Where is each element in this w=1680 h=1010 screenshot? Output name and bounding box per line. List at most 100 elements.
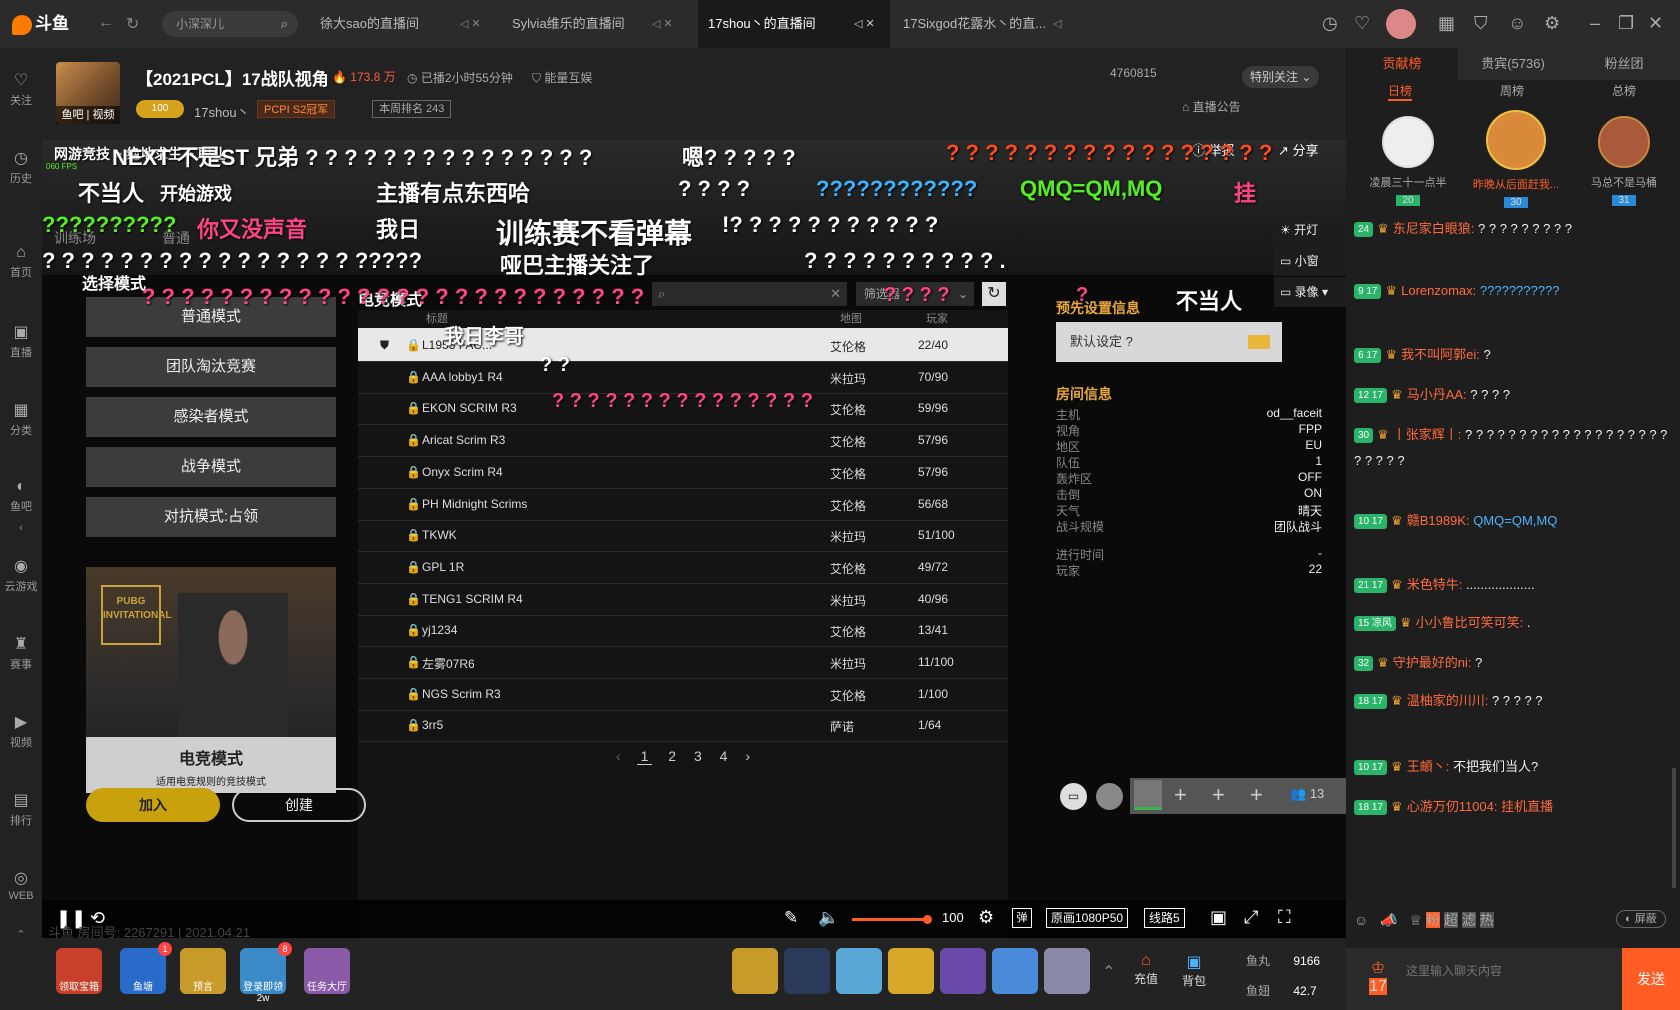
mini-window-button[interactable]: ▭ 小窗 <box>1274 246 1346 276</box>
filter-tool[interactable]: 滤 <box>1461 912 1476 928</box>
subtab-total[interactable]: 总榜 <box>1612 82 1636 99</box>
gift-item[interactable] <box>732 948 778 994</box>
rank-3[interactable]: 马总不是马桶 31 <box>1574 116 1674 208</box>
subtab-daily[interactable]: 日榜 <box>1388 82 1413 101</box>
preset-dropdown[interactable]: 默认设定 ? <box>1056 322 1282 362</box>
mode-war[interactable]: 战争模式 <box>86 447 336 487</box>
send-button[interactable]: 发送 <box>1622 948 1680 1010</box>
gift-item[interactable] <box>836 948 882 994</box>
calendar-icon[interactable]: ▦ <box>1438 13 1455 34</box>
task-hall[interactable]: 任务大厅 <box>304 948 350 994</box>
add-slot-icon[interactable]: + <box>1212 782 1225 808</box>
quality-selector[interactable]: 原画1080P50 <box>1046 908 1129 928</box>
close-window-icon[interactable]: ✕ <box>1648 13 1663 34</box>
table-row[interactable]: 🔒 左雾07R6 米拉玛 11/100 <box>358 645 1008 679</box>
edit-icon[interactable]: ✎ <box>784 908 798 928</box>
volume-slider[interactable] <box>852 915 932 924</box>
table-row[interactable]: 🔒 AAA lobby1 R4 米拉玛 70/90 <box>358 360 1008 394</box>
fish-pond[interactable]: 鱼塘 1 <box>120 942 172 994</box>
refresh-icon[interactable]: ↻ <box>126 14 139 34</box>
shield-toggle[interactable]: ◐ 屏蔽 <box>1616 910 1666 928</box>
nav-history[interactable]: ◷ 历史 <box>0 148 42 186</box>
fan-badge[interactable]: ♔ 17 <box>1358 958 1398 998</box>
table-row[interactable]: 🔒 yj1234 艾伦格 13/41 <box>358 613 1008 648</box>
table-row[interactable]: 🔒 PH Midnight Scrims 艾伦格 56/68 <box>358 487 1008 521</box>
nav-esports[interactable]: ♜ 赛事 <box>0 634 42 672</box>
nav-home[interactable]: ⌂ 首页 <box>0 244 42 280</box>
treasure-box[interactable]: 领取宝箱 <box>56 948 102 994</box>
settings-icon[interactable]: ⚙ <box>978 907 994 928</box>
chat-user[interactable]: 守护最好的ni: <box>1393 655 1472 670</box>
search-icon[interactable]: ⌕ <box>281 11 288 37</box>
tab-fans[interactable]: 粉丝团 <box>1568 48 1680 80</box>
chat-user[interactable]: 赣B1989K: <box>1407 513 1470 528</box>
chevron-up-icon[interactable]: ⌃ <box>1102 962 1115 982</box>
tab-3[interactable]: 17shou丶的直播间 ◁ ✕ <box>698 0 890 48</box>
horn-icon[interactable]: 📣 <box>1380 912 1397 928</box>
table-row[interactable]: 🔒 GPL 1R 艾伦格 49/72 <box>358 550 1008 584</box>
chat-scrollbar[interactable] <box>1672 768 1676 888</box>
restore-icon[interactable]: ❐ <box>1618 13 1634 34</box>
clear-icon[interactable]: ✕ <box>830 282 841 306</box>
chat-user[interactable]: 我不叫阿郭ei: <box>1401 347 1480 362</box>
page-3[interactable]: 3 <box>694 748 702 764</box>
stream-notice[interactable]: ⌂ 直播公告 <box>1182 98 1241 115</box>
nav-video[interactable]: ▶ 视频 <box>0 712 42 750</box>
join-button[interactable]: 加入 <box>86 788 220 822</box>
weekly-rank[interactable]: 本周排名 243 <box>372 100 452 118</box>
prediction[interactable]: 预言 <box>180 948 226 994</box>
line-selector[interactable]: 线路5 <box>1144 908 1185 928</box>
danmu-toggle[interactable]: 弹 <box>1012 908 1032 928</box>
chat-user[interactable]: 王頔丶: <box>1407 759 1450 774</box>
tab-4[interactable]: 17Sixgod花露水丶的直... ◁ <box>893 0 1093 48</box>
search-input[interactable]: 小深深儿 ⌕ <box>162 11 298 37</box>
nav-cloud-game[interactable]: ◉ 云游戏 <box>0 556 42 594</box>
table-row[interactable]: 🔒 TKWK 米拉玛 51/100 <box>358 518 1008 553</box>
super-tool[interactable]: 超 <box>1443 912 1458 928</box>
special-follow-button[interactable]: 特别关注 ⌄ <box>1242 66 1320 88</box>
chat-input[interactable] <box>1406 956 1616 986</box>
record-button[interactable]: ▭ 录像 ▾ <box>1274 277 1346 307</box>
back-icon[interactable]: ← <box>98 14 114 32</box>
close-icon[interactable]: ◁ ✕ <box>652 0 673 48</box>
table-row[interactable]: 🔒 Aricat Scrim R3 艾伦格 57/96 <box>358 423 1008 458</box>
close-icon[interactable]: ◁ <box>1053 0 1061 48</box>
lobby-search-input[interactable]: ⌕ ✕ <box>652 282 847 306</box>
login-reward[interactable]: 登录即领2w 8 <box>240 942 292 1004</box>
refresh-icon[interactable]: ↻ <box>982 282 1006 306</box>
tab-contribution[interactable]: 贡献榜 <box>1346 48 1458 80</box>
user-avatar[interactable] <box>1386 9 1416 39</box>
gift-item[interactable] <box>888 948 934 994</box>
title-badge[interactable]: PCPI S2冠军 <box>257 100 336 118</box>
volume-icon[interactable]: 🔈 <box>818 908 839 928</box>
fullscreen-icon[interactable]: ⛶ <box>1278 907 1291 928</box>
mode-infection[interactable]: 感染者模式 <box>86 397 336 437</box>
table-row[interactable]: 🔒 NGS Scrim R3 艾伦格 1/100 <box>358 677 1008 711</box>
table-row[interactable]: 🔒 3rr5 萨诺 1/64 <box>358 708 1008 743</box>
tab-2[interactable]: Sylvia维乐的直播间 ◁ ✕ <box>502 0 682 48</box>
gift-item[interactable] <box>784 948 830 994</box>
fan-tool[interactable]: 粉 <box>1425 912 1440 928</box>
prev-page-icon[interactable]: ‹ <box>616 748 621 764</box>
chat-user[interactable]: 丨张家辉丨: <box>1393 427 1462 442</box>
chat-user[interactable]: 米色特牛: <box>1407 577 1463 592</box>
settings-icon[interactable]: ⚙ <box>1544 13 1560 34</box>
message-icon[interactable]: ☺ <box>1508 13 1526 34</box>
gift-item[interactable] <box>992 948 1038 994</box>
chat-user[interactable]: 东尼家白眼狼: <box>1393 221 1475 236</box>
emoji-icon[interactable]: ☺ <box>1354 912 1368 928</box>
rank-2[interactable]: 昨晚从后面赶我... 30 <box>1466 110 1566 210</box>
crown-icon[interactable]: ♕ <box>1410 912 1423 928</box>
gift-item[interactable] <box>940 948 986 994</box>
volume-handle[interactable] <box>923 915 932 924</box>
gift-item[interactable] <box>1044 948 1090 994</box>
player-slot-icon[interactable] <box>1134 780 1162 810</box>
share-button[interactable]: ↗ 分享 <box>1278 140 1319 159</box>
close-icon[interactable]: ◁ ✕ <box>460 0 481 48</box>
backpack-button[interactable]: ▣ 背包 <box>1182 952 1206 989</box>
close-icon[interactable]: ◁ ✕ <box>854 0 875 48</box>
tab-1[interactable]: 徐大sao的直播间 ◁ ✕ <box>310 0 490 48</box>
anchor-name[interactable]: 17shou丶 <box>194 102 250 121</box>
chevron-up-icon[interactable]: ⌃ <box>0 928 42 941</box>
douyu-logo[interactable]: 斗鱼 <box>12 10 74 38</box>
